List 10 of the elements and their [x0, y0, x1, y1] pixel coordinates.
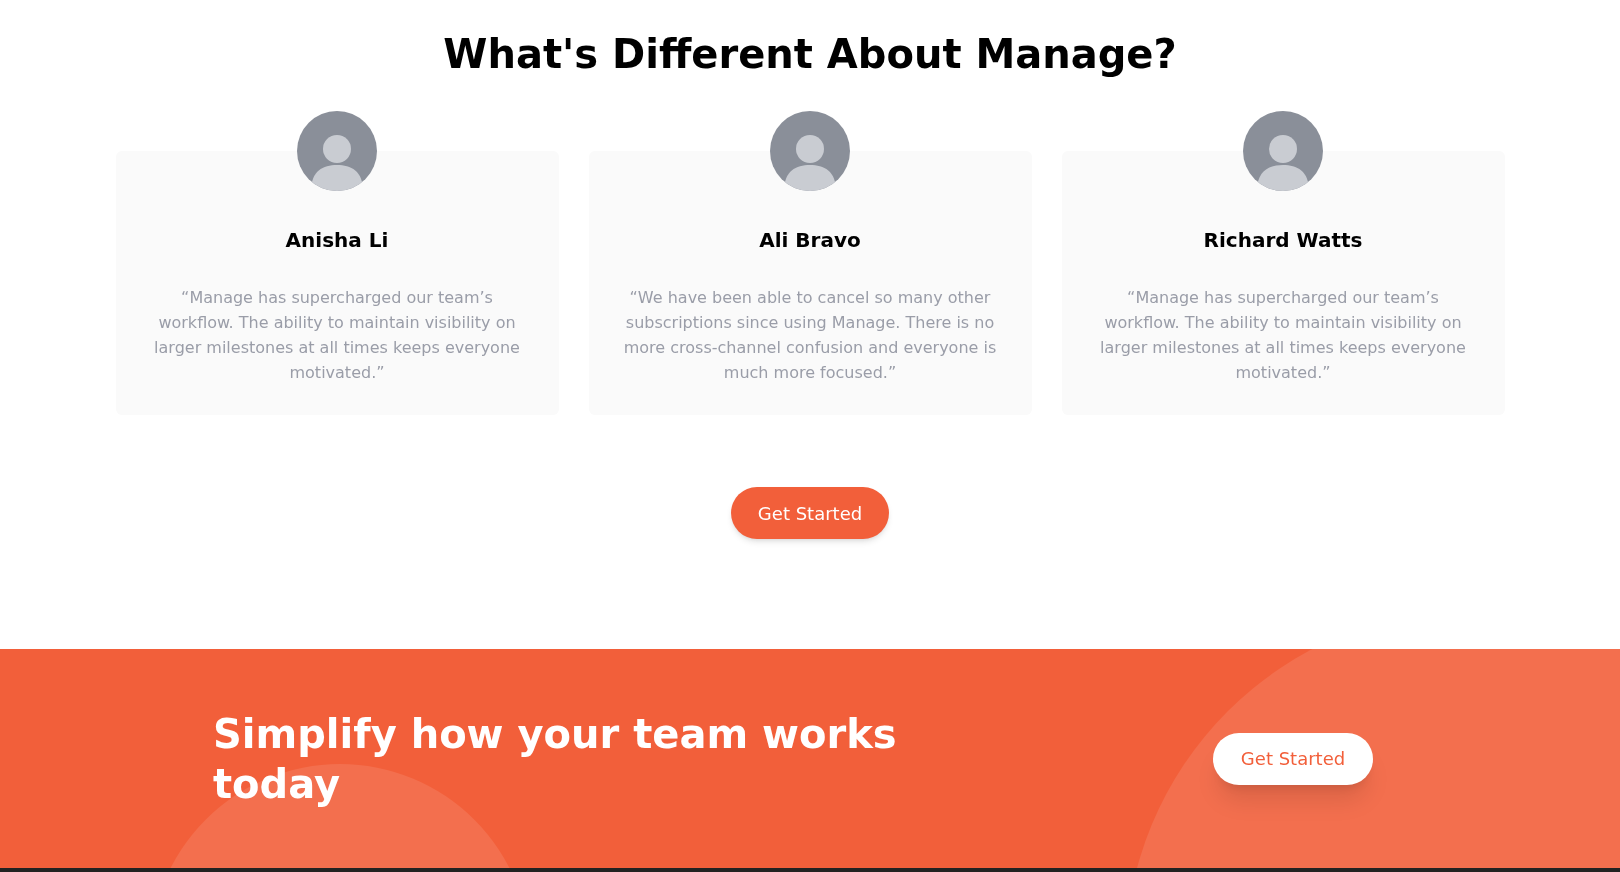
- person-name: Anisha Li: [285, 227, 389, 254]
- testimonial-quote: “Manage has supercharged our team’s workflow. The ability to maintain visibility on larger milestones at all times keeps everyone motivated.”: [1099, 287, 1467, 384]
- section-heading: What's Different About Manage?: [443, 30, 1177, 78]
- get-started-button[interactable]: Get Started: [1213, 732, 1373, 785]
- banner-headline: Simplify how your team works today: [213, 709, 898, 809]
- person-name: Ali Bravo: [759, 227, 861, 254]
- person-name: Richard Watts: [1203, 227, 1363, 254]
- testimonial-quote: “Manage has supercharged our team’s workflow. The ability to maintain visibility on larger milestones at all times keeps everyone motivated.”: [153, 287, 521, 384]
- testimonial-quote: “We have been able to cancel so many other subscriptions since using Manage. There is no more cross-channel confusion and everyone is much more focused.”: [622, 287, 998, 384]
- get-started-button[interactable]: Get Started: [731, 487, 889, 539]
